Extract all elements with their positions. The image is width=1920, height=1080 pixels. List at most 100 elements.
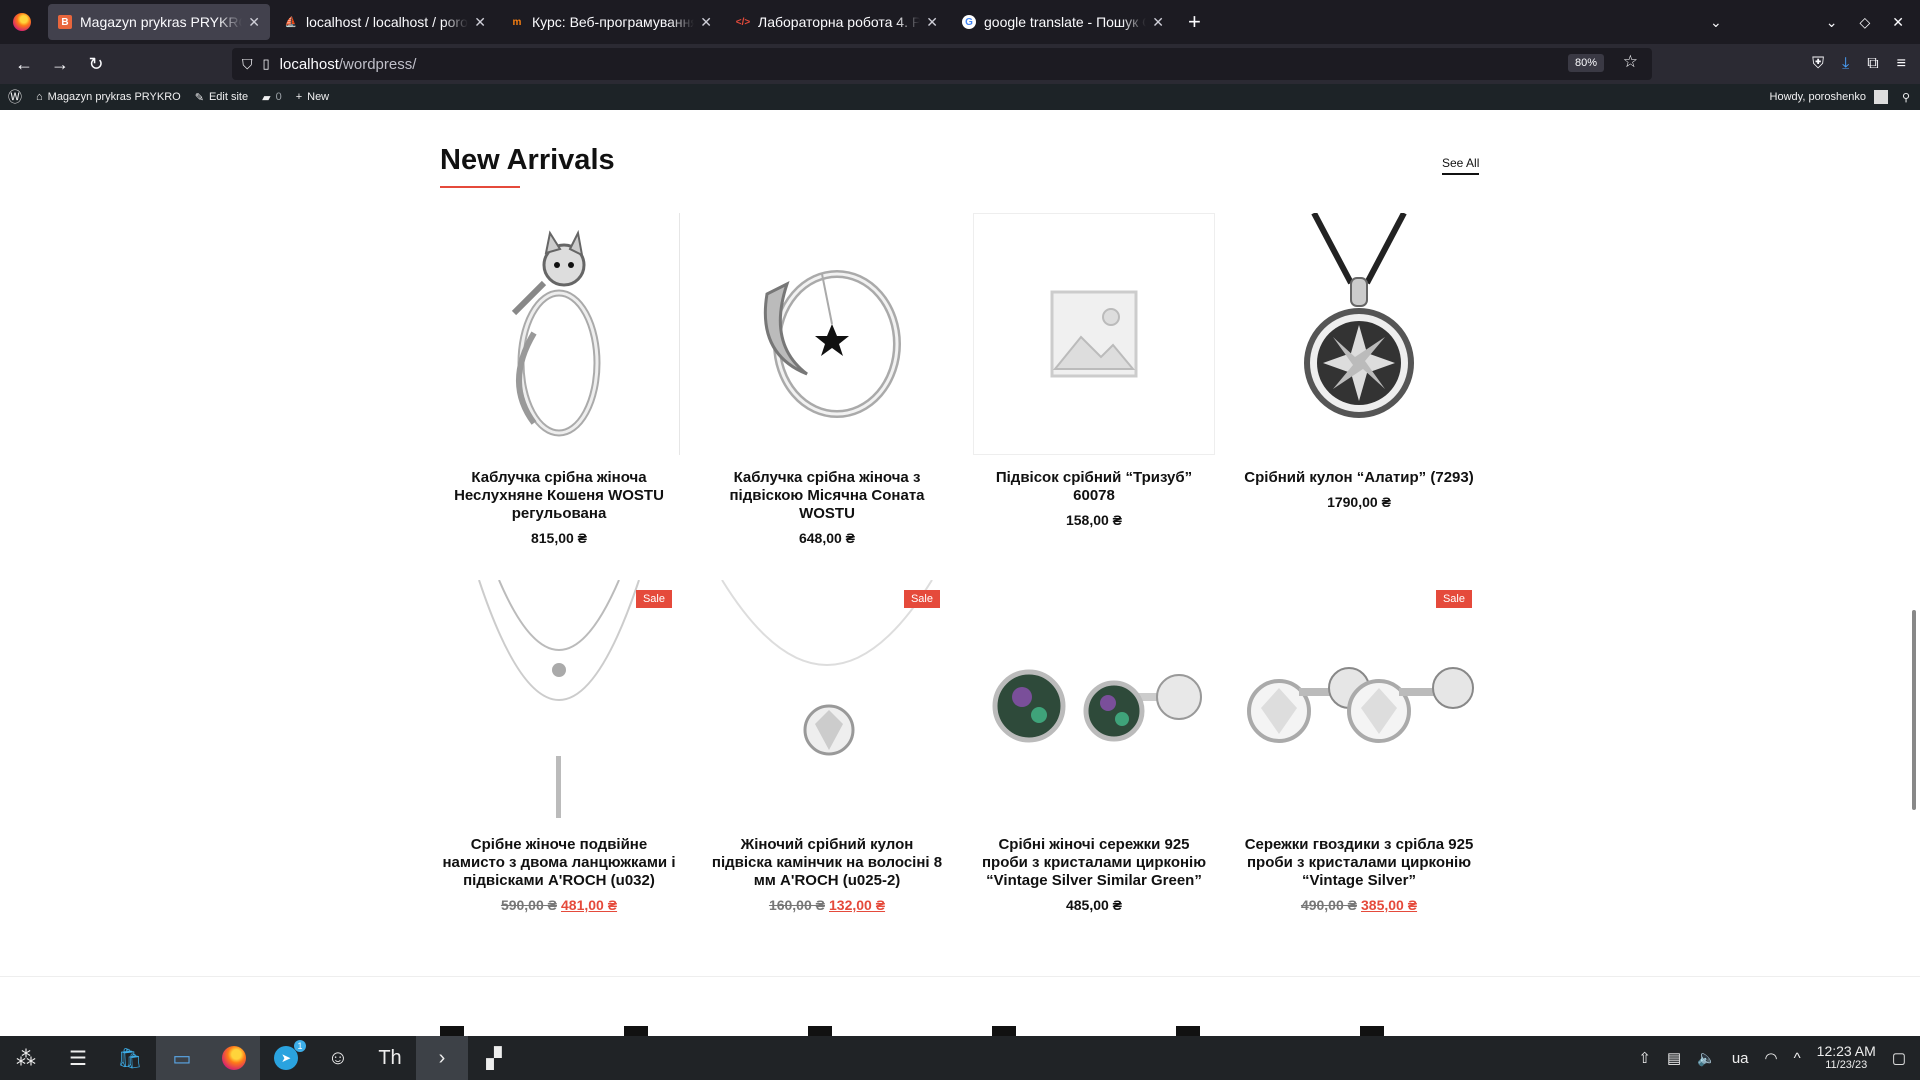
system-settings-icon[interactable]: ☰ xyxy=(52,1036,104,1080)
green-earrings-image xyxy=(992,669,1202,743)
product-card[interactable]: Sale Срібне жіноче подвійне намисто з дв… xyxy=(438,580,680,913)
brush-icon: ✎ xyxy=(194,91,204,104)
new-tab-icon[interactable]: + xyxy=(1188,9,1201,35)
wordpress-logo-icon[interactable]: Ⓦ xyxy=(8,87,22,107)
product-title[interactable]: Срібний кулон “Алатир” (7293) xyxy=(1238,469,1480,487)
system-tray: ⇧ ▤ 🔈 ua ◠ ^ 12:23 AM 11/23/23 ▢ xyxy=(1638,1036,1920,1080)
see-all-link[interactable]: See All xyxy=(1442,156,1480,175)
product-card[interactable]: Підвісок срібний “Тризуб” 60078 158,00 ₴ xyxy=(973,213,1215,528)
minimize-icon[interactable]: ⌄ xyxy=(1826,14,1838,31)
wifi-icon[interactable]: ◠ xyxy=(1765,1049,1778,1067)
close-window-icon[interactable]: ✕ xyxy=(1892,14,1904,31)
close-tab-icon[interactable]: ✕ xyxy=(248,14,260,31)
menu-icon[interactable]: ≡ xyxy=(1897,55,1906,73)
product-image[interactable] xyxy=(973,213,1215,455)
tab-title: Magazyn prykras PRYKRO xyxy=(80,14,243,30)
reload-icon[interactable]: ↻ xyxy=(78,48,114,80)
price-value: 648,00 ₴ xyxy=(798,530,856,546)
firefox-icon[interactable] xyxy=(208,1036,260,1080)
close-tab-icon[interactable]: ✕ xyxy=(1152,14,1164,31)
app-launcher-icon[interactable]: ⁂ xyxy=(0,1036,52,1080)
double-necklace-image xyxy=(478,580,640,818)
product-card[interactable]: Sale Сережки гвоздики з срібла 925 проби… xyxy=(1238,580,1480,913)
product-title[interactable]: Каблучка срібна жіноча з підвіскою Місяч… xyxy=(706,469,948,523)
product-card[interactable]: Срібні жіночі сережки 925 проби з криста… xyxy=(973,580,1215,913)
tab-phpmyadmin[interactable]: ⛵ localhost / localhost / poro ✕ xyxy=(274,4,496,40)
sale-price: 132,00 ₴ xyxy=(829,897,886,913)
discover-icon[interactable]: 🛍 xyxy=(104,1036,156,1080)
product-title[interactable]: Жіночий срібний кулон підвіска камінчик … xyxy=(706,836,948,890)
product-image[interactable] xyxy=(973,580,1215,822)
clipboard-icon[interactable]: ▤ xyxy=(1667,1049,1681,1067)
product-title[interactable]: Каблучка срібна жіноча Неслухняне Кошеня… xyxy=(438,469,680,523)
restore-icon[interactable]: ◇ xyxy=(1859,14,1870,31)
edit-site-label: Edit site xyxy=(208,91,249,103)
show-desktop-icon[interactable]: ▢ xyxy=(1892,1049,1906,1067)
product-card[interactable]: Каблучка срібна жіноча Неслухняне Кошеня… xyxy=(438,213,680,546)
close-tab-icon[interactable]: ✕ xyxy=(926,14,938,31)
shield-icon[interactable]: ⛉ xyxy=(242,56,253,73)
pager-icon[interactable]: ▞ xyxy=(468,1036,520,1080)
tab-title: Курс: Веб-програмування xyxy=(532,14,695,30)
price-value: 485,00 ₴ xyxy=(1065,897,1123,913)
keyboard-layout-indicator[interactable]: ua xyxy=(1732,1050,1749,1067)
product-image[interactable]: Sale xyxy=(706,580,948,822)
browser-tab-bar: B Magazyn prykras PRYKRO ✕ ⛵ localhost /… xyxy=(0,0,1920,44)
comments-link[interactable]: ▰ 0 xyxy=(262,91,282,104)
terminal-icon[interactable]: › xyxy=(416,1036,468,1080)
product-price: 648,00 ₴ xyxy=(706,530,948,546)
search-icon[interactable]: ⚲ xyxy=(1902,91,1910,104)
tab-lab[interactable]: </> Лабораторна робота 4. Р ✕ xyxy=(726,4,948,40)
back-icon[interactable]: ← xyxy=(6,48,42,80)
url-host: localhost xyxy=(279,55,339,73)
product-image[interactable] xyxy=(1238,213,1480,455)
pocket-icon[interactable]: ⛨ xyxy=(1812,55,1824,73)
telegram-icon[interactable]: ➤ 1 xyxy=(260,1036,312,1080)
firefox-menu-icon[interactable] xyxy=(0,0,44,44)
extensions-icon[interactable]: ⧉ xyxy=(1867,55,1878,73)
new-content-link[interactable]: + New xyxy=(296,91,329,103)
edit-site-link[interactable]: ✎ Edit site xyxy=(195,91,248,104)
crystal-pendant-image xyxy=(721,580,933,756)
avatar[interactable] xyxy=(1873,90,1888,104)
site-name-link[interactable]: ⌂ Magazyn prykras PRYKRO xyxy=(36,91,181,103)
phpmyadmin-icon: ⛵ xyxy=(284,16,298,28)
page-scrollbar[interactable] xyxy=(1912,610,1916,810)
product-image[interactable] xyxy=(438,213,680,455)
font-app-icon[interactable]: Th xyxy=(364,1036,416,1080)
product-title[interactable]: Підвісок срібний “Тризуб” 60078 xyxy=(973,469,1215,505)
tab-google[interactable]: G google translate - Пошук G ✕ xyxy=(952,4,1174,40)
product-card[interactable]: Каблучка срібна жіноча з підвіскою Місяч… xyxy=(706,213,948,546)
close-tab-icon[interactable]: ✕ xyxy=(700,14,712,31)
forward-icon[interactable]: → xyxy=(42,48,78,80)
volume-icon[interactable]: 🔈 xyxy=(1697,1049,1716,1067)
game-icon[interactable]: ☺ xyxy=(312,1036,364,1080)
product-title[interactable]: Сережки гвоздики з срібла 925 проби з кр… xyxy=(1238,836,1480,890)
product-card[interactable]: Sale Жіночий срібний кулон підвіска камі… xyxy=(706,580,948,913)
update-icon[interactable]: ⇧ xyxy=(1638,1049,1651,1067)
file-manager-icon[interactable]: ▭ xyxy=(156,1036,208,1080)
home-icon: ⌂ xyxy=(36,91,43,103)
howdy-user-link[interactable]: Howdy, poroshenko xyxy=(1770,91,1866,103)
tray-expand-icon[interactable]: ^ xyxy=(1794,1050,1801,1067)
product-card[interactable]: Срібний кулон “Алатир” (7293) 1790,00 ₴ xyxy=(1238,213,1480,510)
product-image[interactable]: Sale xyxy=(438,580,680,822)
bookmark-star-icon[interactable]: ☆ xyxy=(1623,52,1638,72)
product-image[interactable] xyxy=(706,213,948,455)
downloads-icon[interactable]: ⤓ xyxy=(1842,55,1849,73)
url-bar[interactable]: ⛉ ▯ localhost/wordpress/ 80% ☆ xyxy=(232,48,1652,80)
list-tabs-icon[interactable]: ⌄ xyxy=(1710,14,1722,31)
zoom-level-button[interactable]: 80% xyxy=(1567,54,1604,72)
tab-bar-controls: ⌄ ⌄ ◇ ✕ xyxy=(1710,0,1920,44)
product-title[interactable]: Срібні жіночі сережки 925 проби з криста… xyxy=(973,836,1215,890)
tab-magazyn[interactable]: B Magazyn prykras PRYKRO ✕ xyxy=(48,4,270,40)
close-tab-icon[interactable]: ✕ xyxy=(474,14,486,31)
clock[interactable]: 12:23 AM 11/23/23 xyxy=(1817,1044,1876,1072)
product-title[interactable]: Срібне жіноче подвійне намисто з двома л… xyxy=(438,836,680,890)
navigation-bar: ← → ↻ ⛉ ▯ localhost/wordpress/ 80% ☆ ⛨ ⤓… xyxy=(0,44,1920,84)
product-image[interactable]: Sale xyxy=(1238,580,1480,822)
tab-course[interactable]: m Курс: Веб-програмування ✕ xyxy=(500,4,722,40)
next-section-icon xyxy=(624,1026,648,1036)
next-section-icon xyxy=(1360,1026,1384,1036)
page-icon[interactable]: ▯ xyxy=(263,56,270,72)
